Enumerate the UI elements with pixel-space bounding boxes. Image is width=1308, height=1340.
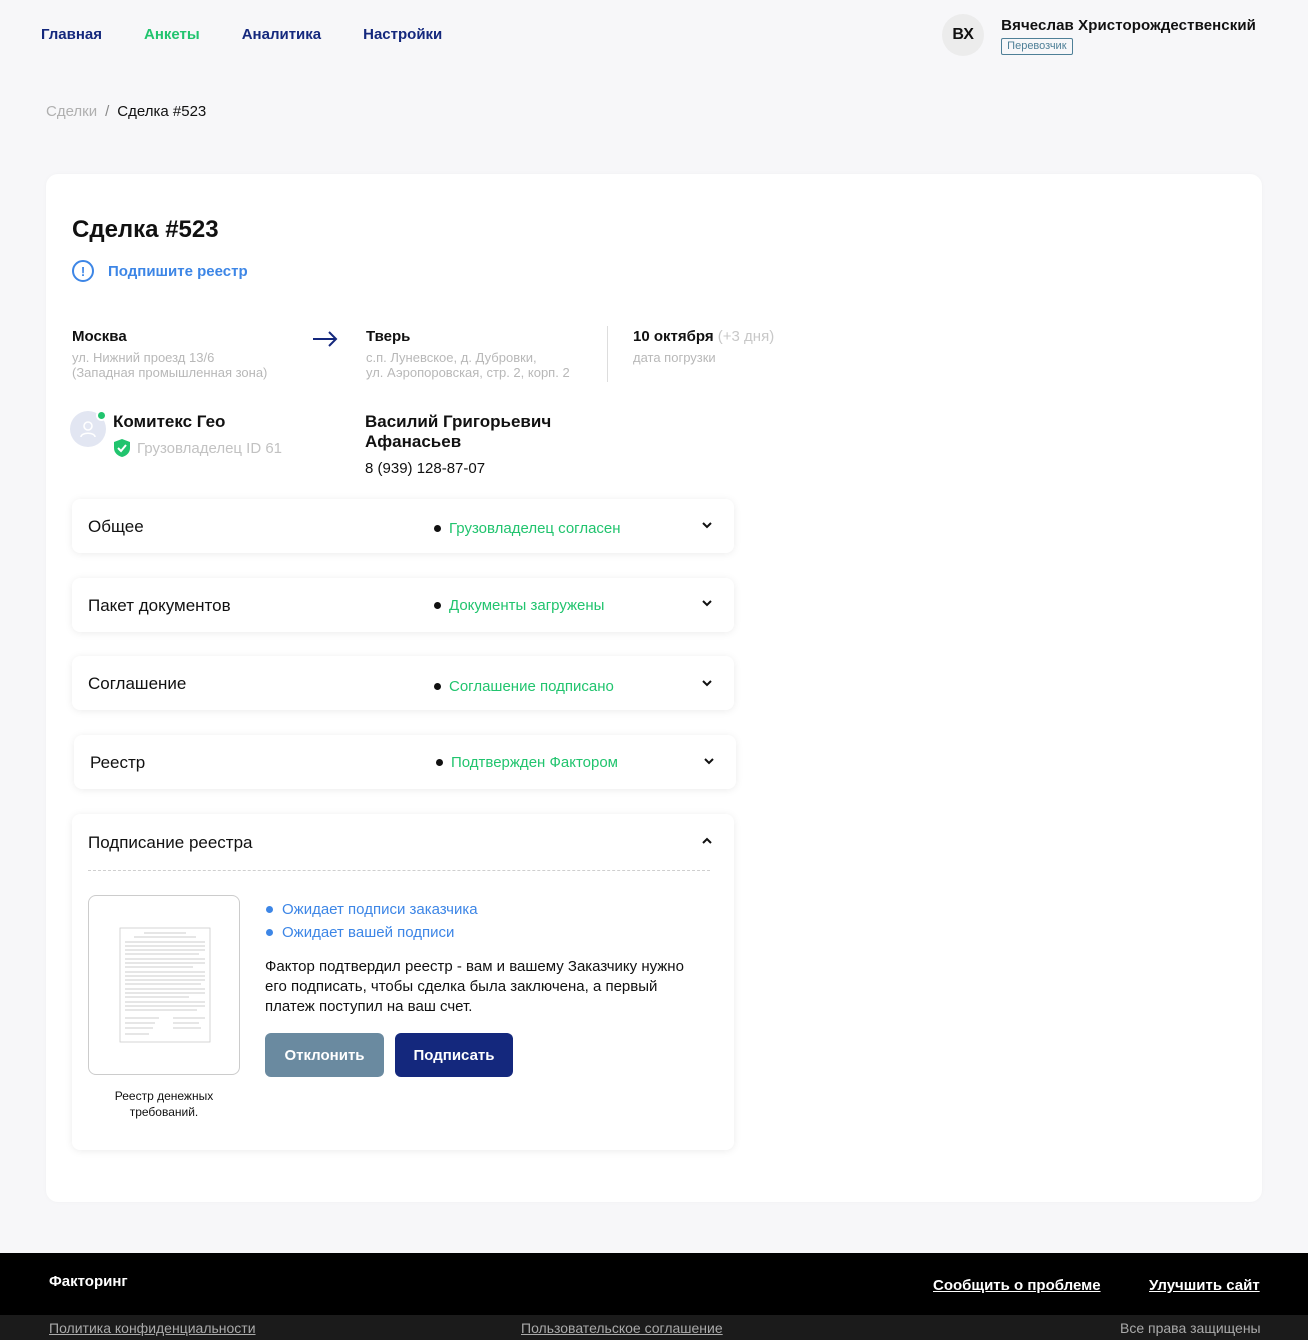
status-dot: [266, 929, 273, 936]
contact-phone[interactable]: 8 (939) 128-87-07: [365, 460, 630, 477]
to-address-line-1: с.п. Луневское, д. Дубровки,: [366, 350, 537, 365]
breadcrumb-separator: /: [105, 103, 110, 120]
route-info: Москва ул. Нижний проезд 13/6 (Западная …: [72, 326, 792, 396]
sign-alert: ! Подпишите реестр: [72, 260, 248, 282]
section-status-text: Документы загружены: [449, 597, 605, 614]
company-info: Комитекс Гео Грузовладелец ID 61 Василий…: [70, 410, 630, 477]
footer-brand: Факторинг: [49, 1273, 128, 1290]
user-role-badge: Перевозчик: [1001, 38, 1073, 55]
from-address: ул. Нижний проезд 13/6 (Западная промышл…: [72, 350, 267, 380]
signing-status-list: Ожидает подписи заказчика Ожидает вашей …: [266, 898, 478, 944]
section-status-text: Соглашение подписано: [449, 678, 614, 695]
signing-description: Фактор подтвердил реестр - вам и вашему …: [265, 958, 684, 1015]
section-general[interactable]: Общее Грузовладелец согласен: [72, 499, 734, 553]
chevron-down-icon[interactable]: [702, 520, 712, 530]
section-title: Реестр: [90, 753, 146, 772]
report-problem-link[interactable]: Сообщить о проблеме: [933, 1277, 1101, 1294]
status-text: Ожидает подписи заказчика: [282, 901, 478, 918]
online-status-dot: [96, 410, 107, 421]
status-dot: [434, 602, 441, 609]
chevron-up-icon[interactable]: [702, 836, 712, 846]
to-city: Тверь: [366, 328, 411, 345]
to-address-line-2: ул. Аэропоровская, стр. 2, корп. 2: [366, 365, 570, 380]
signing-title: Подписание реестра: [88, 833, 253, 852]
status-awaiting-you: Ожидает вашей подписи: [266, 921, 478, 944]
chevron-down-icon[interactable]: [702, 678, 712, 688]
user-name: Вячеслав Христорождественский: [1001, 17, 1256, 34]
route-divider: [607, 326, 608, 382]
top-bar: Главная Анкеты Аналитика Настройки ВХ Вя…: [0, 0, 1308, 80]
sign-alert-text: Подпишите реестр: [108, 262, 248, 280]
registry-signing-section: Подписание реестра Реестр денежных требо…: [72, 814, 734, 1150]
section-status: Документы загружены: [434, 597, 604, 614]
section-status: Подтвержден Фактором: [436, 754, 618, 771]
exclamation-circle-icon: !: [72, 260, 94, 282]
privacy-policy-link[interactable]: Политика конфиденциальности: [49, 1320, 256, 1336]
route-from: Москва ул. Нижний проезд 13/6 (Западная …: [72, 328, 267, 380]
section-documents[interactable]: Пакет документов Документы загружены: [72, 578, 734, 632]
loading-date: 10 октября (+3 дня) дата погрузки: [633, 328, 774, 365]
section-status-text: Грузовладелец согласен: [449, 520, 621, 537]
section-agreement[interactable]: Соглашение Соглашение подписано: [72, 656, 734, 710]
deal-title: Сделка #523: [72, 216, 219, 243]
contact-name: Василий Григорьевич Афанасьев: [365, 412, 552, 451]
status-awaiting-customer: Ожидает подписи заказчика: [266, 898, 478, 921]
copyright-text: Все права защищены: [1120, 1320, 1261, 1336]
footer-bottom-bar: Политика конфиденциальности Пользователь…: [0, 1315, 1308, 1340]
to-address: с.п. Луневское, д. Дубровки, ул. Аэропор…: [366, 350, 570, 380]
section-status: Соглашение подписано: [434, 678, 614, 695]
sign-button[interactable]: Подписать: [395, 1033, 513, 1077]
contact-info: Василий Григорьевич Афанасьев 8 (939) 12…: [365, 412, 630, 477]
main-nav: Главная Анкеты Аналитика Настройки: [41, 26, 442, 43]
status-dot: [434, 525, 441, 532]
section-title: Соглашение: [88, 674, 187, 693]
section-status-text: Подтвержден Фактором: [451, 754, 618, 771]
loading-date-label: дата погрузки: [633, 350, 716, 365]
from-address-line-1: ул. Нижний проезд 13/6: [72, 350, 215, 365]
breadcrumb: Сделки / Сделка #523: [46, 103, 206, 120]
company-role-text: Грузовладелец ID 61: [137, 439, 283, 457]
arrow-right-icon: [312, 326, 338, 354]
company-name[interactable]: Комитекс Гео: [113, 412, 225, 432]
from-city: Москва: [72, 328, 127, 345]
document-caption: Реестр денежных требований.: [114, 1089, 214, 1119]
from-address-line-2: (Западная промышленная зона): [72, 365, 268, 380]
loading-date-offset: (+3 дня): [717, 328, 775, 345]
chevron-down-icon[interactable]: [702, 598, 712, 608]
loading-date-value: 10 октября: [633, 328, 714, 345]
nav-settings[interactable]: Настройки: [363, 26, 442, 43]
improve-site-link[interactable]: Улучшить сайт: [1149, 1277, 1260, 1294]
user-agreement-link[interactable]: Пользовательское соглашение: [521, 1320, 723, 1336]
route-to: Тверь с.п. Луневское, д. Дубровки, ул. А…: [366, 328, 570, 380]
company-role: Грузовладелец ID 61: [113, 438, 282, 458]
status-dot: [266, 906, 273, 913]
nav-forms[interactable]: Анкеты: [144, 26, 200, 43]
breadcrumb-deals-link[interactable]: Сделки: [46, 103, 97, 120]
deal-card: Сделка #523 ! Подпишите реестр Москва ул…: [46, 174, 1262, 1202]
section-status: Грузовладелец согласен: [434, 520, 621, 537]
chevron-down-icon[interactable]: [704, 756, 714, 766]
user-profile[interactable]: ВХ Вячеслав Христорождественский Перевоз…: [942, 14, 1256, 56]
nav-analytics[interactable]: Аналитика: [242, 26, 321, 43]
section-title: Общее: [88, 517, 144, 536]
user-avatar[interactable]: ВХ: [942, 14, 985, 56]
footer: Факторинг Сообщить о проблеме Улучшить с…: [0, 1253, 1308, 1340]
registry-document-thumbnail[interactable]: [88, 895, 240, 1075]
nav-home[interactable]: Главная: [41, 26, 102, 43]
user-icon: [80, 421, 96, 438]
decline-button[interactable]: Отклонить: [265, 1033, 384, 1077]
status-dot: [436, 759, 443, 766]
breadcrumb-current: Сделка #523: [117, 103, 207, 120]
divider: [88, 870, 710, 871]
section-title: Пакет документов: [88, 596, 231, 615]
document-preview-icon: [119, 927, 211, 1043]
shield-check-icon: [114, 439, 130, 457]
section-registry[interactable]: Реестр Подтвержден Фактором: [74, 735, 736, 789]
status-text: Ожидает вашей подписи: [282, 924, 455, 941]
status-dot: [434, 683, 441, 690]
